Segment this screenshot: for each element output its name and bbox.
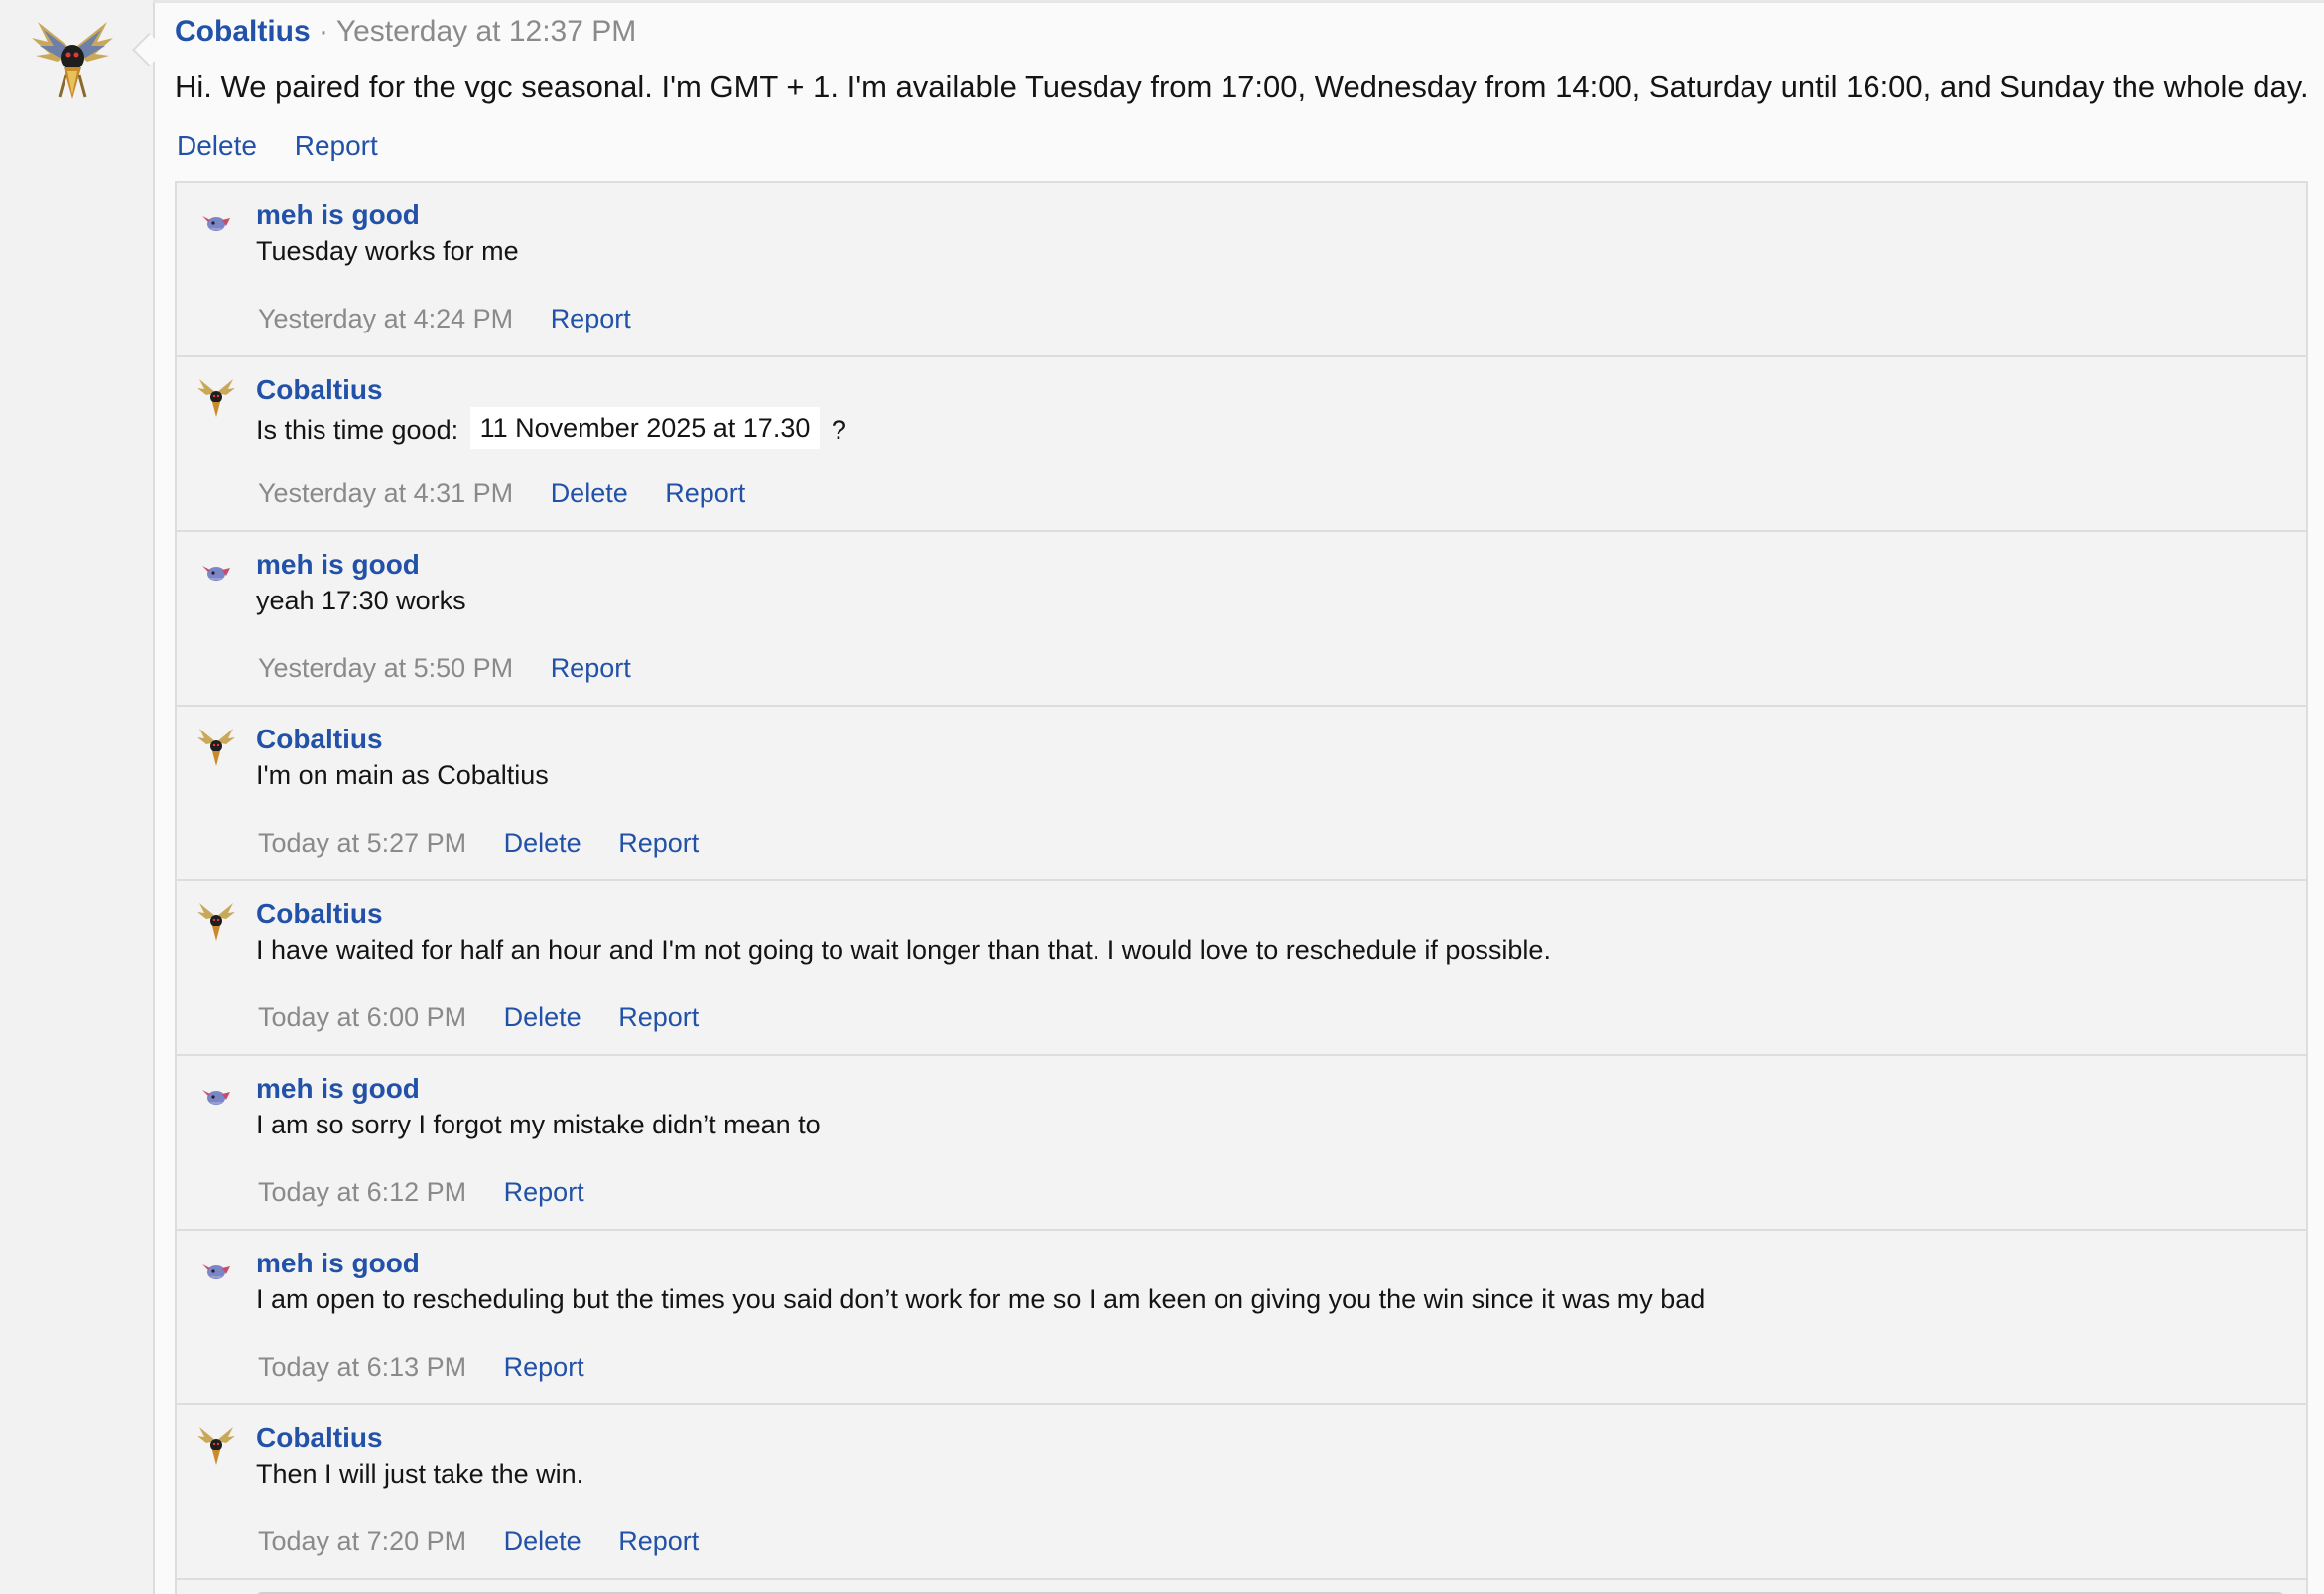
date-time-chip: 11 November 2025 at 17.30 <box>469 407 821 449</box>
comment-meta: Yesterday at 4:31 PM Delete Report <box>258 476 775 510</box>
comment-delete-link[interactable]: Delete <box>504 1527 581 1556</box>
small-creature-avatar-icon[interactable] <box>196 1074 236 1118</box>
comment-report-link[interactable]: Report <box>551 304 631 333</box>
comment-timestamp[interactable]: Today at 6:12 PM <box>258 1177 466 1207</box>
comment-meta: Yesterday at 4:24 PM Report <box>258 302 661 335</box>
comment-author-link[interactable]: meh is good <box>256 548 420 582</box>
comment-timestamp[interactable]: Today at 6:13 PM <box>258 1352 466 1382</box>
comment-item: meh is good I am so sorry I forgot my mi… <box>177 1056 2306 1231</box>
winged-pokemon-avatar-icon[interactable] <box>196 375 236 419</box>
reply-box-edge <box>177 1584 2306 1594</box>
comment-delete-link[interactable]: Delete <box>504 1002 581 1032</box>
comment-meta: Today at 5:27 PM Delete Report <box>258 826 728 860</box>
comment-text: Tuesday works for me <box>256 236 519 266</box>
comment-item: meh is good I am open to rescheduling bu… <box>177 1231 2306 1405</box>
comment-timestamp[interactable]: Today at 6:00 PM <box>258 1002 466 1032</box>
top-border <box>153 0 2324 3</box>
comment-text: I'm on main as Cobaltius <box>256 760 549 790</box>
comment-timestamp[interactable]: Today at 7:20 PM <box>258 1527 466 1556</box>
comment-author-link[interactable]: Cobaltius <box>256 1421 383 1455</box>
comment-report-link[interactable]: Report <box>551 653 631 683</box>
comment-timestamp[interactable]: Yesterday at 4:24 PM <box>258 304 513 333</box>
small-creature-avatar-icon[interactable] <box>196 550 236 594</box>
comment-author-link[interactable]: meh is good <box>256 199 420 232</box>
comment-timestamp[interactable]: Yesterday at 5:50 PM <box>258 653 513 683</box>
comment-meta: Yesterday at 5:50 PM Report <box>258 651 661 685</box>
comment-item: Cobaltius I'm on main as Cobaltius Today… <box>177 707 2306 881</box>
comment-author-link[interactable]: Cobaltius <box>256 897 383 931</box>
post-actions: Delete Report <box>177 129 408 163</box>
comment-report-link[interactable]: Report <box>618 1002 699 1032</box>
comment-text: I have waited for half an hour and I'm n… <box>256 935 1551 965</box>
winged-pokemon-avatar-icon[interactable] <box>196 899 236 943</box>
comment-report-link[interactable]: Report <box>618 828 699 858</box>
comments-list: meh is good Tuesday works for me Yesterd… <box>175 181 2308 1594</box>
comment-author-link[interactable]: meh is good <box>256 1072 420 1106</box>
comment-item: meh is good Tuesday works for me Yesterd… <box>177 183 2306 357</box>
comment-text: yeah 17:30 works <box>256 586 466 615</box>
comment-report-link[interactable]: Report <box>504 1177 584 1207</box>
comment-report-link[interactable]: Report <box>618 1527 699 1556</box>
small-creature-avatar-icon[interactable] <box>196 200 236 244</box>
left-rail <box>0 0 155 1594</box>
profile-post-view: Cobaltius · Yesterday at 12:37 PM Hi. We… <box>0 0 2324 1594</box>
winged-pokemon-avatar-icon[interactable] <box>30 12 115 105</box>
comment-meta: Today at 6:00 PM Delete Report <box>258 1000 728 1034</box>
post-report-link[interactable]: Report <box>295 130 378 161</box>
comment-delete-link[interactable]: Delete <box>551 478 628 508</box>
comment-item: Cobaltius I have waited for half an hour… <box>177 881 2306 1056</box>
comment-meta: Today at 6:13 PM Report <box>258 1350 614 1384</box>
comment-text: Then I will just take the win. <box>256 1459 584 1489</box>
post-delete-link[interactable]: Delete <box>177 130 257 161</box>
comment-item: Cobaltius Is this time good: 11 November… <box>177 357 2306 532</box>
comment-timestamp[interactable]: Yesterday at 4:31 PM <box>258 478 513 508</box>
comment-timestamp[interactable]: Today at 5:27 PM <box>258 828 466 858</box>
comment-meta: Today at 7:20 PM Delete Report <box>258 1525 728 1558</box>
comment-report-link[interactable]: Report <box>665 478 745 508</box>
winged-pokemon-avatar-icon[interactable] <box>196 1423 236 1467</box>
header-separator: · <box>319 15 329 48</box>
comment-text-before: Is this time good: <box>256 415 459 445</box>
comment-text-after: ? <box>831 415 846 445</box>
comment-text: Is this time good: 11 November 2025 at 1… <box>256 407 846 451</box>
comment-delete-link[interactable]: Delete <box>504 828 581 858</box>
post-timestamp[interactable]: Yesterday at 12:37 PM <box>336 15 636 48</box>
comment-item: Cobaltius Then I will just take the win.… <box>177 1405 2306 1580</box>
comment-meta: Today at 6:12 PM Report <box>258 1175 614 1209</box>
comment-author-link[interactable]: Cobaltius <box>256 373 383 407</box>
comment-author-link[interactable]: Cobaltius <box>256 723 383 756</box>
comment-text: I am so sorry I forgot my mistake didn’t… <box>256 1110 821 1139</box>
post-header: Cobaltius · Yesterday at 12:37 PM <box>175 14 636 50</box>
comment-text: I am open to rescheduling but the times … <box>256 1284 1706 1314</box>
post-body: Hi. We paired for the vgc seasonal. I'm … <box>175 69 2309 104</box>
winged-pokemon-avatar-icon[interactable] <box>196 725 236 768</box>
post-author-link[interactable]: Cobaltius <box>175 15 311 48</box>
comment-report-link[interactable]: Report <box>504 1352 584 1382</box>
comment-author-link[interactable]: meh is good <box>256 1247 420 1280</box>
comment-item: meh is good yeah 17:30 works Yesterday a… <box>177 532 2306 707</box>
small-creature-avatar-icon[interactable] <box>196 1249 236 1292</box>
